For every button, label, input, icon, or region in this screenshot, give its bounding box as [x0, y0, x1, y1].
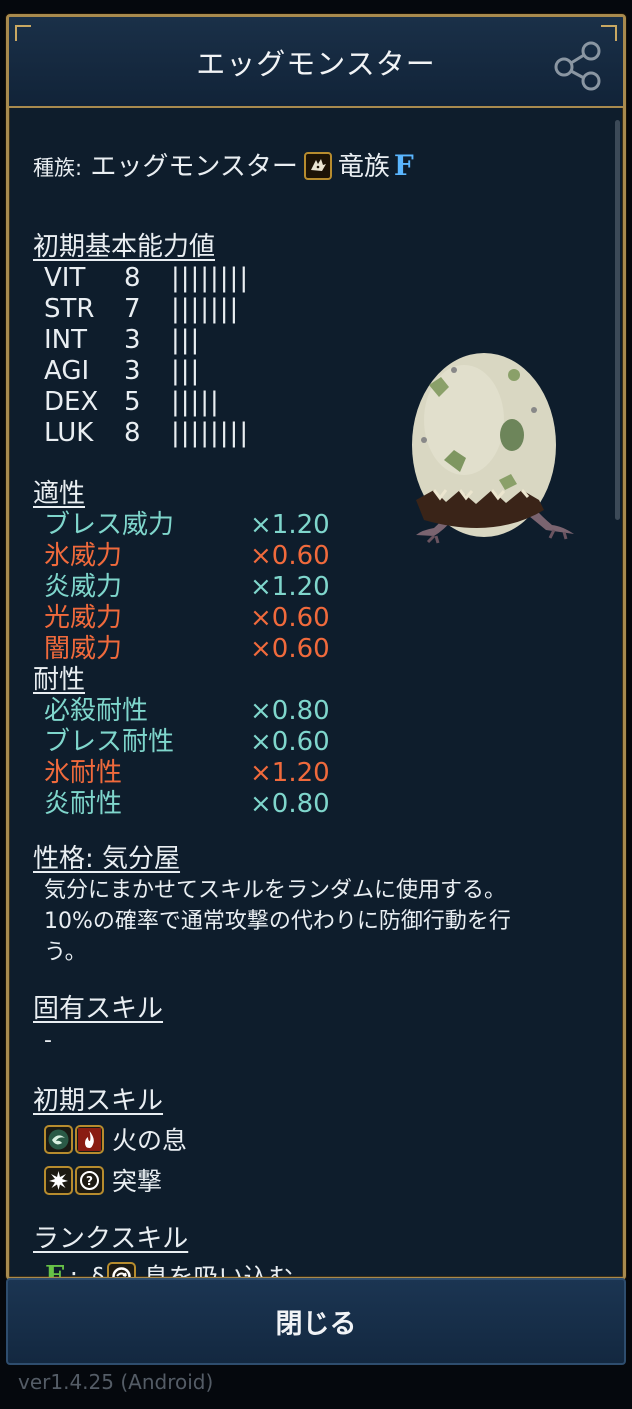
skill-item-charge[interactable]: ? 突撃	[44, 1162, 162, 1198]
fire-icon	[75, 1124, 104, 1154]
stat-bars: |||	[171, 356, 201, 386]
monster-image	[394, 340, 594, 559]
stat-row-str: STR 7 |||||||	[44, 294, 239, 325]
stat-name: VIT	[44, 263, 86, 293]
aptitude-mult: ×0.60	[250, 541, 330, 571]
aptitude-name: ブレス威力	[44, 510, 175, 540]
aptitude-name: 炎威力	[44, 572, 123, 602]
stat-name: LUK	[44, 418, 94, 448]
stat-row-agi: AGI 3 |||	[44, 356, 200, 387]
tribe-family: 竜族	[337, 152, 390, 182]
personality-desc-3: う。	[44, 940, 87, 965]
stat-name: STR	[44, 294, 95, 324]
stat-row-int: INT 3 |||	[44, 325, 200, 356]
stat-name: AGI	[44, 356, 90, 386]
close-button[interactable]: 閉じる	[6, 1278, 626, 1365]
resistance-name: ブレス耐性	[44, 727, 175, 757]
stat-bars: |||||||	[171, 294, 240, 324]
personality-heading: 性格: 気分屋	[33, 844, 181, 874]
unique-skill-value: -	[44, 1028, 52, 1053]
stat-bars: |||	[171, 325, 201, 355]
aptitude-row: ブレス威力 ×1.20	[44, 510, 330, 541]
tribe-label: 種族:	[33, 156, 83, 180]
background-tab-bar	[240, 1372, 620, 1402]
monster-detail-dialog: エッグモンスター 種族: エッグモンスター 竜族 F 初期基本能力値 VIT 8 |||…	[6, 14, 626, 1280]
resistance-heading: 耐性	[33, 665, 86, 695]
rank-badge: F	[393, 149, 414, 182]
dialog-title: エッグモンスター	[196, 46, 436, 81]
dialog-header: エッグモンスター	[9, 17, 623, 108]
resistance-row: 氷耐性 ×1.20	[44, 758, 330, 789]
question-icon: ?	[75, 1165, 104, 1195]
stat-value: 3	[124, 325, 141, 355]
resistance-mult: ×0.60	[250, 727, 330, 757]
stat-bars: ||||||||	[171, 263, 250, 293]
resistance-mult: ×1.20	[250, 758, 330, 788]
base-stats-heading: 初期基本能力値	[33, 232, 216, 262]
aptitude-name: 光威力	[44, 603, 123, 633]
rank-skills-heading: ランクスキル	[33, 1224, 189, 1254]
stat-value: 3	[124, 356, 141, 386]
share-icon[interactable]	[553, 41, 603, 91]
tribe-name: エッグモンスター	[90, 152, 298, 182]
tribe-line: 種族: エッグモンスター 竜族 F	[33, 150, 414, 184]
stat-name: DEX	[44, 387, 99, 417]
personality-desc-2: 10%の確率で通常攻撃の代わりに防御行動を行	[44, 909, 511, 934]
burst-icon	[44, 1165, 73, 1195]
scrollbar[interactable]	[615, 120, 620, 520]
stat-bars: ||||||||	[171, 418, 250, 448]
version-label: ver1.4.25 (Android)	[18, 1370, 214, 1394]
resistance-mult: ×0.80	[250, 789, 330, 819]
aptitude-row: 闇威力 ×0.60	[44, 634, 330, 665]
stat-bars: |||||	[171, 387, 220, 417]
stat-value: 8	[124, 418, 141, 448]
aptitude-row: 光威力 ×0.60	[44, 603, 330, 634]
aptitude-mult: ×1.20	[250, 510, 330, 540]
aptitude-mult: ×0.60	[250, 603, 330, 633]
rank-skill-item-inhale[interactable]: E: § 息を吸い込む	[33, 1258, 294, 1280]
skill-name: 突撃	[112, 1167, 163, 1196]
resistance-row: 炎耐性 ×0.80	[44, 789, 330, 820]
detail-scroll-area[interactable]: 種族: エッグモンスター 竜族 F 初期基本能力値 VIT 8 |||||||| STR…	[9, 110, 623, 1280]
unique-skill-heading: 固有スキル	[33, 994, 164, 1024]
resistance-name: 炎耐性	[44, 789, 123, 819]
stat-value: 5	[124, 387, 141, 417]
svg-text:?: ?	[86, 1174, 93, 1188]
stat-value: 8	[124, 263, 141, 293]
aptitude-name: 氷威力	[44, 541, 123, 571]
skill-name: 火の息	[112, 1126, 188, 1155]
aptitude-row: 氷威力 ×0.60	[44, 541, 330, 572]
aptitude-name: 闇威力	[44, 634, 123, 664]
resistance-name: 氷耐性	[44, 758, 123, 788]
resistance-name: 必殺耐性	[44, 696, 149, 726]
skill-name: 息を吸い込む	[143, 1263, 294, 1280]
stat-row-luk: LUK 8 ||||||||	[44, 418, 249, 449]
stat-row-vit: VIT 8 ||||||||	[44, 263, 249, 294]
initial-skills-heading: 初期スキル	[33, 1086, 164, 1116]
resistance-row: ブレス耐性 ×0.60	[44, 727, 330, 758]
dragon-tribe-icon	[303, 152, 332, 180]
stat-name: INT	[44, 325, 87, 355]
stat-row-dex: DEX 5 |||||	[44, 387, 220, 418]
resistance-row: 必殺耐性 ×0.80	[44, 696, 330, 727]
aptitude-heading: 適性	[33, 479, 86, 509]
aptitude-row: 炎威力 ×1.20	[44, 572, 330, 603]
aptitude-mult: ×0.60	[250, 634, 330, 664]
resistance-mult: ×0.80	[250, 696, 330, 726]
breath-icon	[44, 1124, 73, 1154]
skill-item-fire-breath[interactable]: 火の息	[44, 1121, 187, 1157]
personality-desc-1: 気分にまかせてスキルをランダムに使用する。	[44, 878, 507, 903]
stat-value: 7	[124, 294, 141, 324]
aptitude-mult: ×1.20	[250, 572, 330, 602]
